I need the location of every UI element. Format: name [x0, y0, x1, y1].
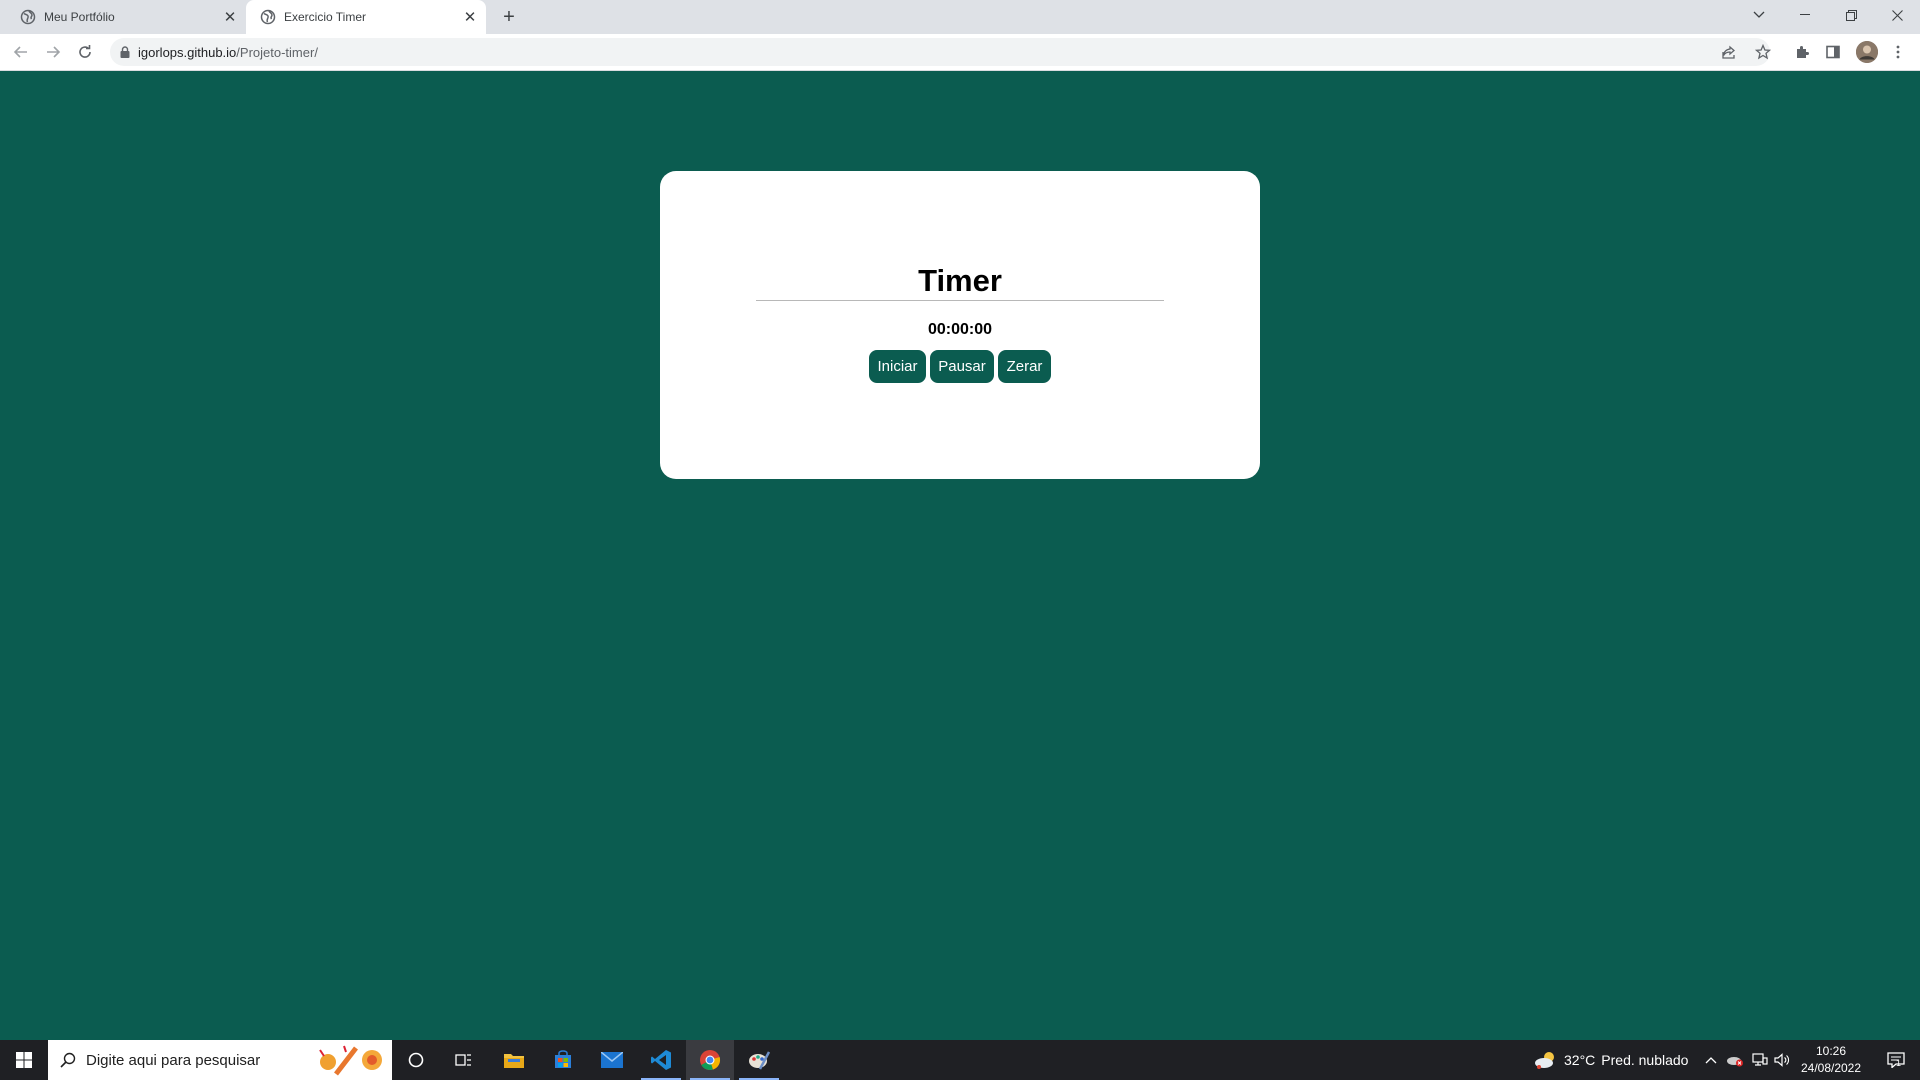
notification-center-icon[interactable]: 1 — [1876, 1040, 1916, 1080]
windows-taskbar: Digite aqui para pesquisar 32°C Pred. nu… — [0, 1040, 1920, 1080]
show-hidden-icons-chevron-icon[interactable] — [1705, 1040, 1717, 1080]
cloud-weather-icon — [1534, 1051, 1558, 1069]
browser-toolbar: igorlops.github.io/Projeto-timer/ — [0, 34, 1920, 71]
extensions-icon[interactable] — [1791, 41, 1813, 63]
close-tab-icon[interactable]: ✕ — [222, 9, 238, 26]
share-icon[interactable] — [1718, 41, 1740, 63]
reset-button[interactable]: Zerar — [998, 350, 1051, 383]
forward-icon[interactable] — [39, 38, 67, 66]
timer-card: Timer 00:00:00 Iniciar Pausar Zerar — [660, 171, 1260, 479]
page-title: Timer — [918, 263, 1002, 298]
network-icon[interactable] — [1752, 1040, 1768, 1080]
bookmark-star-icon[interactable] — [1752, 41, 1774, 63]
tab-strip: Meu Portfólio ✕ Exercicio Timer ✕ + — [0, 0, 1920, 34]
onedrive-icon[interactable] — [1726, 1040, 1744, 1080]
pause-button[interactable]: Pausar — [930, 350, 994, 383]
task-view-icon[interactable] — [440, 1040, 488, 1080]
more-options-icon[interactable] — [1887, 41, 1909, 63]
taskbar-clock[interactable]: 10:26 24/08/2022 — [1792, 1043, 1870, 1077]
notification-count-badge: 1 — [1896, 1058, 1902, 1068]
timer-display: 00:00:00 — [927, 321, 993, 338]
paint-icon[interactable] — [735, 1040, 783, 1080]
url-path: /Projeto-timer/ — [236, 44, 318, 60]
reload-icon[interactable] — [71, 38, 99, 66]
tab-exercicio-timer[interactable]: Exercicio Timer ✕ — [246, 0, 486, 34]
tab-search-chevron-icon[interactable] — [1736, 0, 1782, 30]
globe-icon — [20, 9, 36, 25]
globe-icon — [260, 9, 276, 25]
volume-icon[interactable] — [1774, 1040, 1790, 1080]
close-window-icon[interactable] — [1874, 0, 1920, 30]
address-bar[interactable]: igorlops.github.io/Projeto-timer/ — [110, 38, 1770, 66]
microsoft-store-icon[interactable] — [539, 1040, 587, 1080]
windows-start-icon[interactable] — [0, 1040, 48, 1080]
title-divider — [756, 300, 1164, 301]
new-tab-icon[interactable]: + — [498, 6, 520, 28]
lock-icon[interactable] — [120, 46, 130, 58]
vscode-icon[interactable] — [637, 1040, 685, 1080]
taskbar-search-box[interactable]: Digite aqui para pesquisar — [48, 1040, 392, 1080]
timer-controls: Iniciar Pausar Zerar — [660, 350, 1260, 383]
url-host: igorlops.github.io — [138, 44, 237, 60]
side-panel-icon[interactable] — [1822, 41, 1844, 63]
profile-avatar[interactable] — [1856, 41, 1878, 63]
weather-temperature: 32°C — [1564, 1052, 1596, 1068]
tab-meu-portfolio[interactable]: Meu Portfólio ✕ — [0, 0, 246, 34]
clock-time: 10:26 — [1815, 1044, 1847, 1058]
tab-title: Exercicio Timer — [284, 10, 367, 24]
search-placeholder: Digite aqui para pesquisar — [86, 1051, 261, 1069]
restore-icon[interactable] — [1828, 0, 1874, 30]
file-explorer-icon[interactable] — [490, 1040, 538, 1080]
cortana-icon[interactable] — [392, 1040, 440, 1080]
search-icon — [60, 1052, 76, 1068]
back-icon[interactable] — [7, 38, 35, 66]
tab-title: Meu Portfólio — [44, 10, 115, 24]
search-highlight-doodle-icon[interactable] — [316, 1044, 388, 1076]
weather-widget[interactable]: 32°C Pred. nublado — [1534, 1040, 1688, 1080]
start-button[interactable]: Iniciar — [869, 350, 926, 383]
mail-icon[interactable] — [588, 1040, 636, 1080]
weather-description: Pred. nublado — [1601, 1052, 1689, 1068]
clock-date: 24/08/2022 — [1800, 1061, 1862, 1075]
minimize-icon[interactable] — [1782, 0, 1828, 30]
close-tab-icon[interactable]: ✕ — [462, 9, 478, 26]
chrome-icon[interactable] — [686, 1040, 734, 1080]
